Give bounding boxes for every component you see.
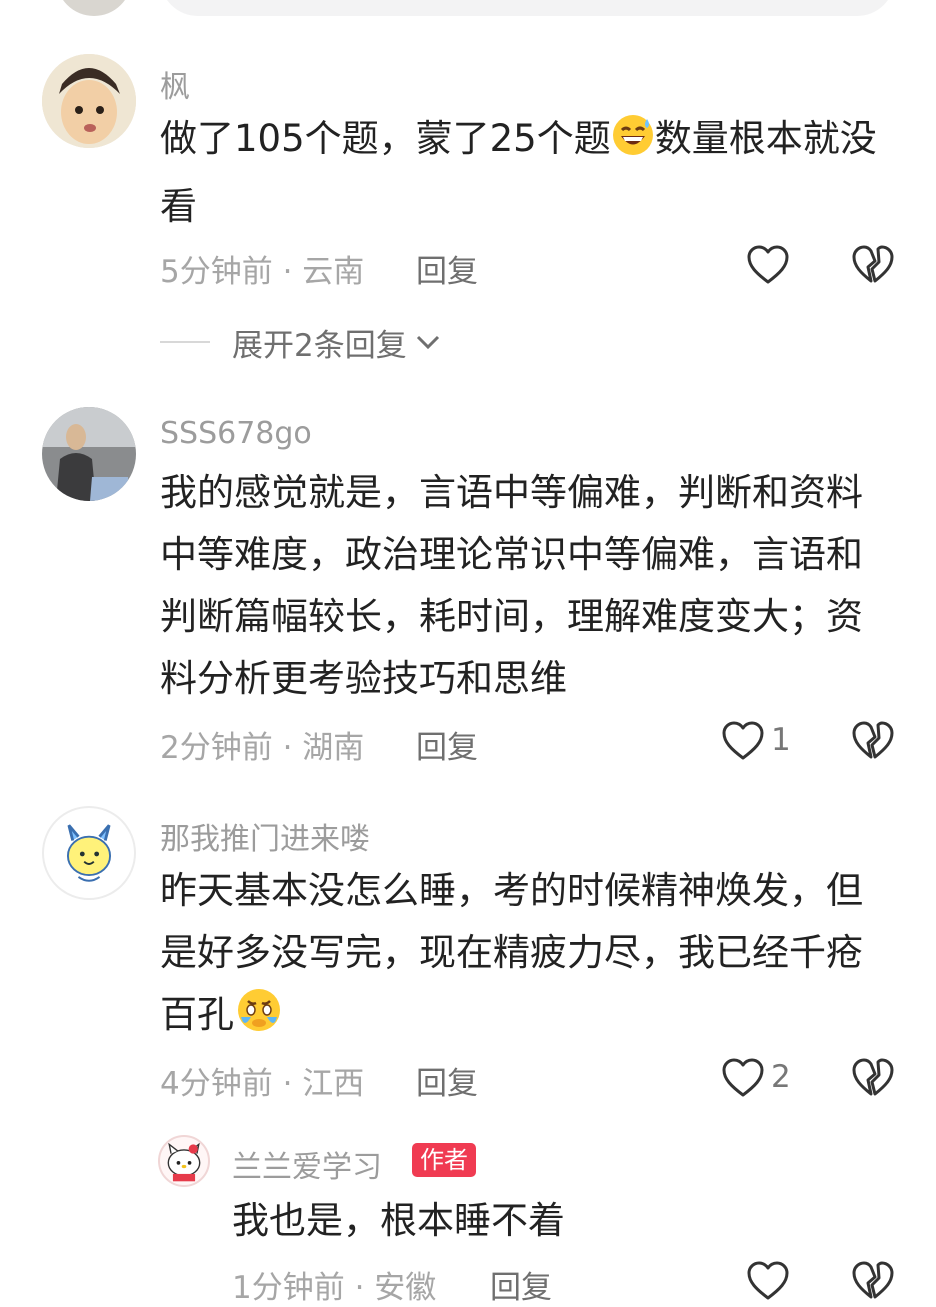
avatar[interactable] (42, 54, 136, 148)
chevron-down-icon (416, 335, 439, 350)
grin-sweat-emoji-icon (611, 113, 655, 176)
heart-outline-icon[interactable] (721, 721, 765, 761)
comment-text: 我的感觉就是，言语中等偏难，判断和资料中等难度，政治理论常识中等偏难，言语和判断… (160, 471, 863, 700)
broken-heart-icon[interactable] (851, 1261, 895, 1301)
broken-heart-icon[interactable] (851, 245, 895, 285)
username[interactable]: 兰兰爱学习 (232, 1142, 382, 1186)
divider (160, 341, 210, 343)
like-count: 2 (771, 1059, 791, 1095)
comment-time-location: 5分钟前 · 云南 (160, 254, 365, 290)
username[interactable]: SSS678go (160, 416, 312, 451)
crying-face-emoji-icon (234, 987, 284, 1052)
reply-time-location: 1分钟前 · 安徽 (232, 1270, 437, 1306)
broken-heart-icon[interactable] (851, 1058, 895, 1098)
comment-input-bar[interactable] (160, 0, 895, 16)
author-badge: 作者 (412, 1143, 476, 1177)
heart-outline-icon[interactable] (721, 1058, 765, 1098)
reply-button[interactable]: 回复 (416, 1058, 478, 1103)
username[interactable]: 枫 (160, 62, 190, 106)
like-count: 1 (771, 722, 791, 758)
reply-button[interactable]: 回复 (490, 1262, 552, 1307)
expand-replies-button[interactable]: 展开2条回复 (160, 322, 441, 364)
comment-text-part: 做了105个题，蒙了25个题 (160, 117, 611, 160)
heart-outline-icon[interactable] (746, 1261, 790, 1301)
avatar[interactable] (56, 0, 132, 16)
comment-time-location: 2分钟前 · 湖南 (160, 730, 365, 766)
comment-text: 做了105个题，蒙了25个题 数量根本就没看 (160, 108, 880, 238)
avatar[interactable] (42, 407, 136, 501)
comment-text: 昨天基本没怎么睡，考的时候精神焕发，但是好多没写完，现在精疲力尽，我已经千疮百孔 (160, 860, 880, 1052)
avatar[interactable] (158, 1135, 210, 1187)
reply-text: 我也是，根本睡不着 (232, 1199, 565, 1242)
broken-heart-icon[interactable] (851, 721, 895, 761)
username[interactable]: 那我推门进来喽 (160, 814, 370, 858)
avatar[interactable] (42, 806, 136, 900)
reply-button[interactable]: 回复 (416, 246, 478, 291)
reply-button[interactable]: 回复 (416, 722, 478, 767)
heart-outline-icon[interactable] (746, 245, 790, 285)
comment-time-location: 4分钟前 · 江西 (160, 1066, 365, 1102)
expand-replies-label: 展开2条回复 (232, 327, 407, 364)
